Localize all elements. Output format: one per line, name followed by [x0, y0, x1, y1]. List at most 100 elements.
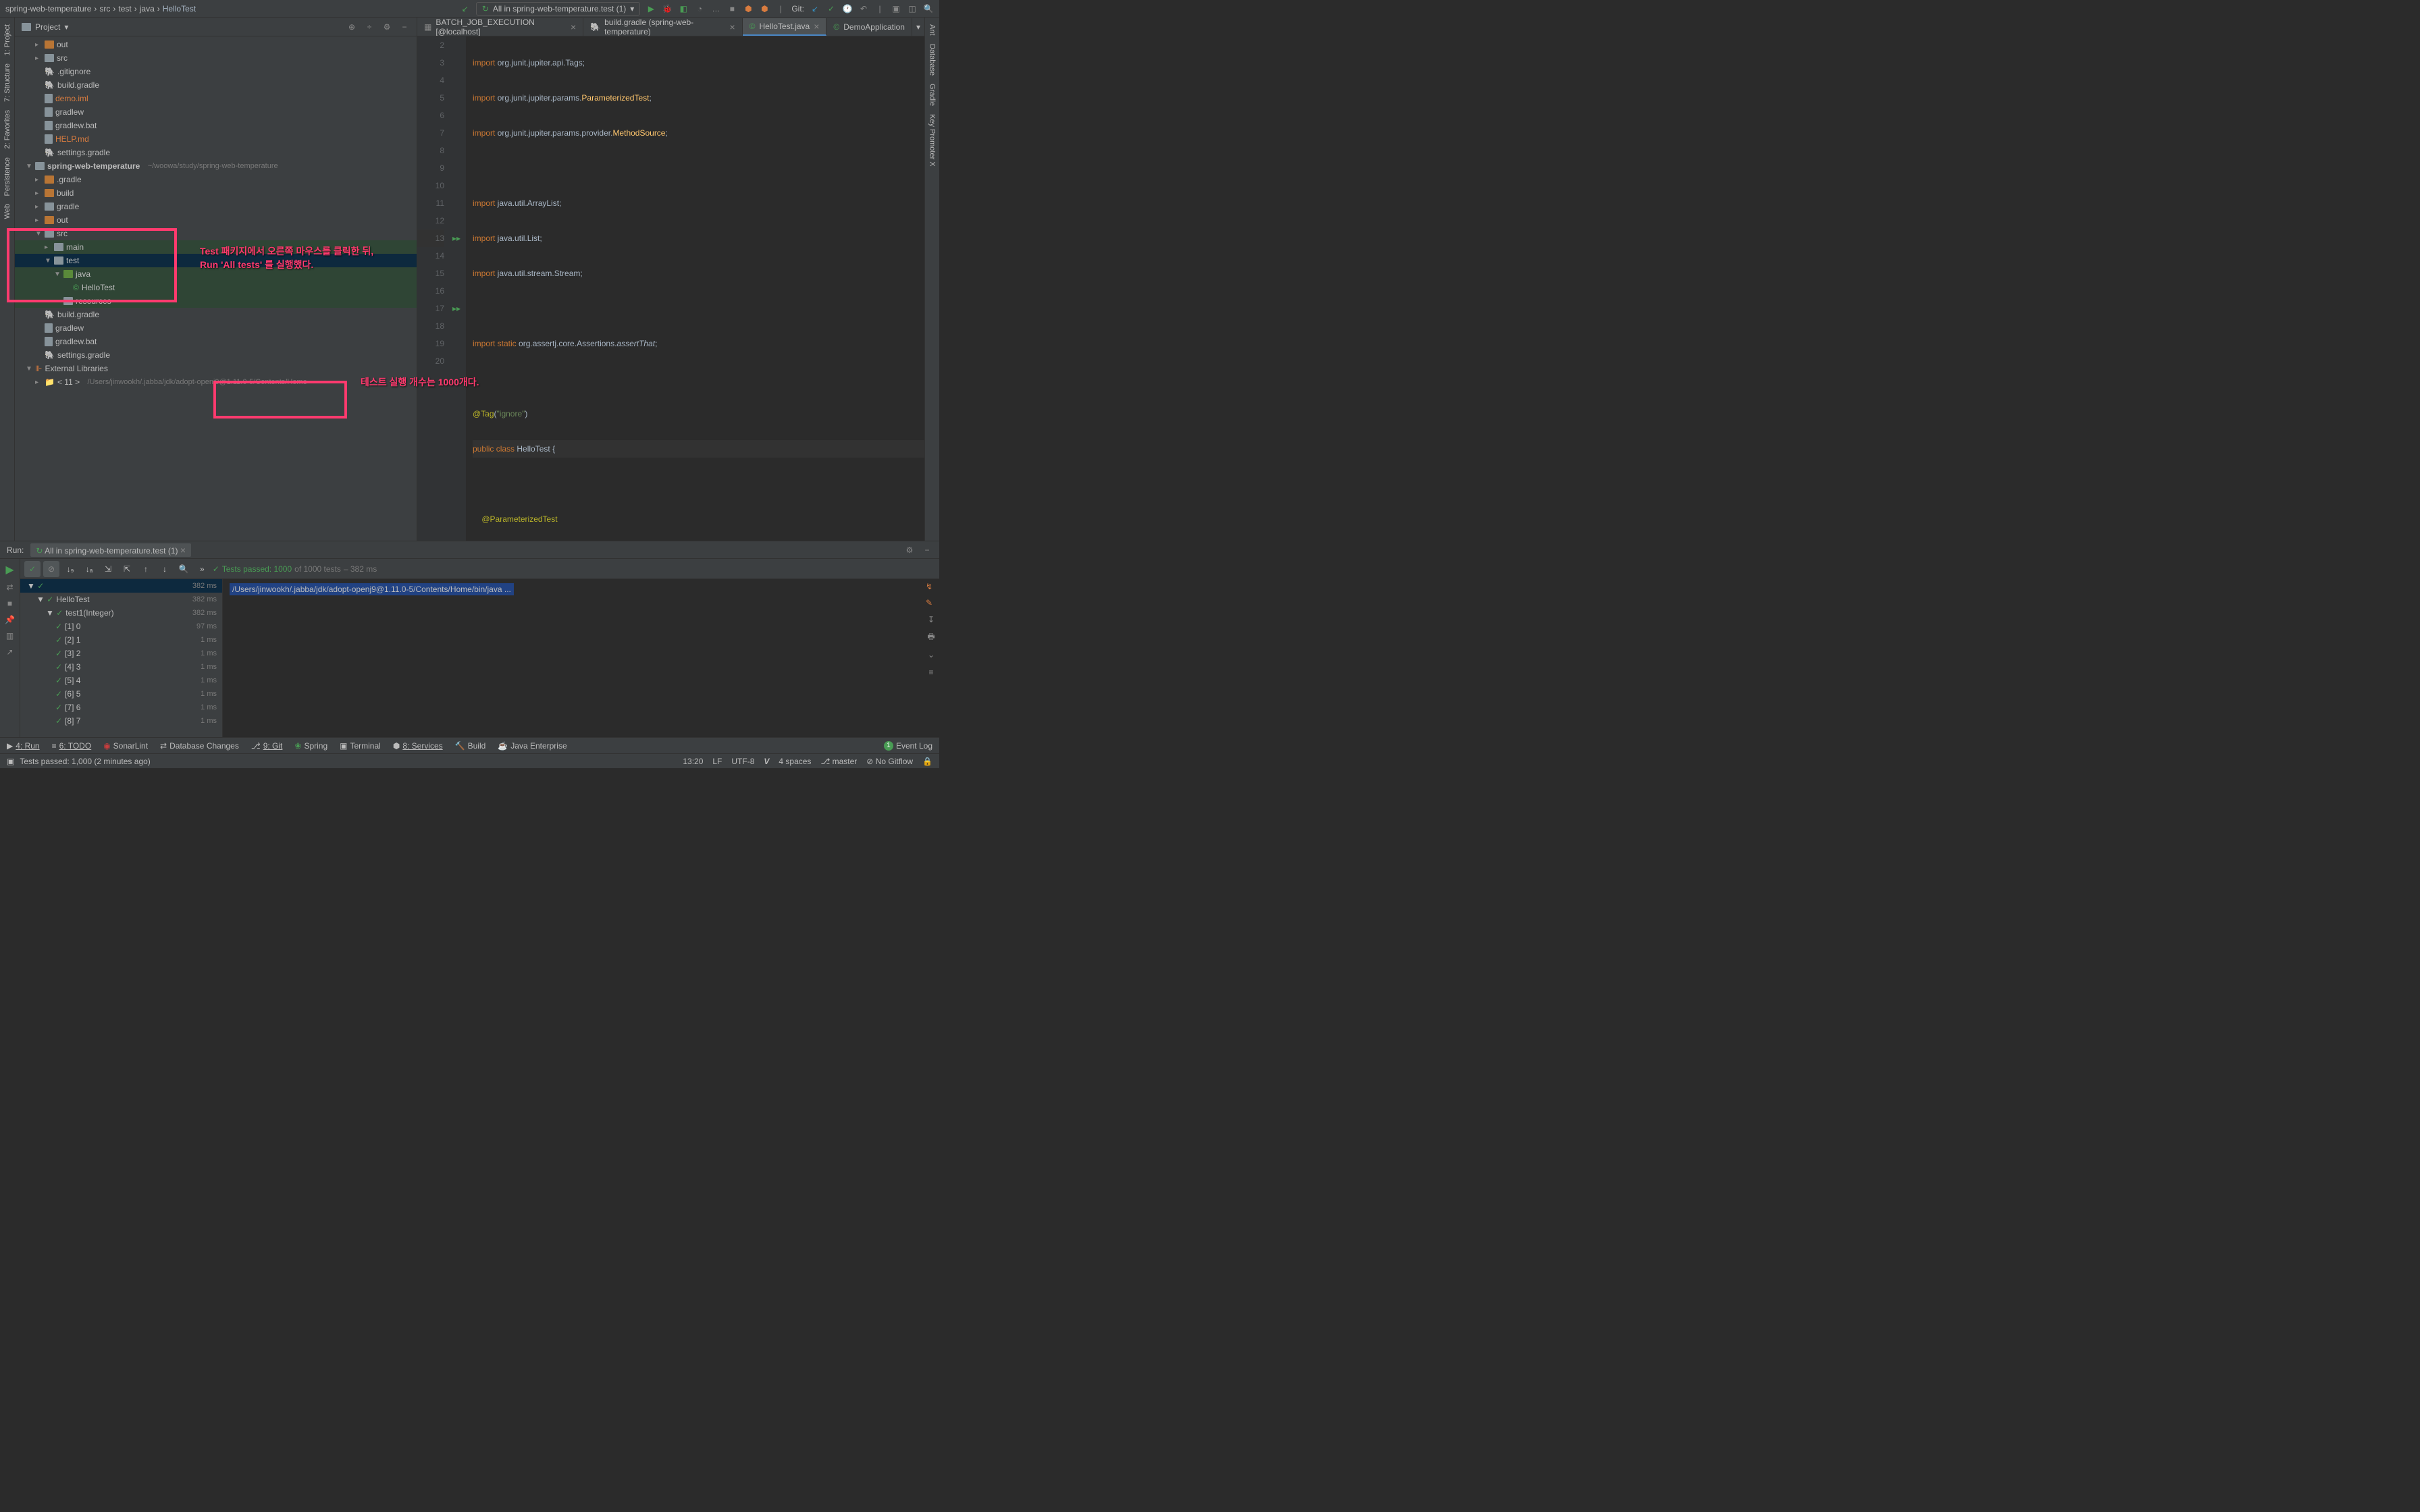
- close-icon[interactable]: ×: [180, 545, 186, 556]
- line-ending[interactable]: LF: [712, 757, 722, 766]
- down-icon[interactable]: ↓: [157, 561, 173, 577]
- run-method-icon[interactable]: ▸▸: [452, 300, 461, 317]
- gear-icon[interactable]: ⚙: [904, 545, 915, 556]
- profile-icon[interactable]: ◔: [694, 3, 705, 14]
- collapse-icon[interactable]: ÷: [364, 22, 375, 32]
- cursor-position[interactable]: 13:20: [683, 757, 703, 766]
- status-icon[interactable]: ▣: [7, 757, 14, 766]
- test-row[interactable]: ✓[1] 097 ms: [20, 620, 222, 633]
- tree-item[interactable]: demo.iml: [15, 92, 417, 105]
- services-icon[interactable]: ⬢: [743, 3, 754, 14]
- tab-gradle[interactable]: 🐘build.gradle (spring-web-temperature)×: [583, 18, 743, 36]
- collapse-icon[interactable]: ⇱: [119, 561, 135, 577]
- tree-item[interactable]: gradlew: [15, 321, 417, 335]
- layout-icon[interactable]: ▥: [5, 630, 16, 641]
- btab-spring[interactable]: ❀ Spring: [294, 741, 327, 751]
- rail-favorites[interactable]: 2: Favorites: [3, 110, 11, 148]
- stop-icon[interactable]: ■: [5, 598, 16, 609]
- test-row[interactable]: ✓[3] 21 ms: [20, 647, 222, 660]
- tree-item[interactable]: ▼⊪External Libraries: [15, 362, 417, 375]
- test-tree[interactable]: ▼ ✓382 ms▼ ✓HelloTest382 ms▼ ✓test1(Inte…: [20, 579, 223, 737]
- pin-icon[interactable]: 📌: [5, 614, 16, 625]
- git-update-icon[interactable]: ↙: [810, 3, 820, 14]
- encoding[interactable]: UTF-8: [731, 757, 754, 766]
- tw2-icon[interactable]: ◫: [907, 3, 918, 14]
- panel-title[interactable]: Project: [35, 22, 60, 32]
- stop-icon[interactable]: ■: [727, 3, 737, 14]
- tab-hellotest[interactable]: ©HelloTest.java×: [743, 18, 827, 36]
- print-icon[interactable]: 🖶: [926, 632, 937, 643]
- target-icon[interactable]: ⊕: [346, 22, 357, 32]
- tree-item[interactable]: ▼spring-web-temperature ~/woowa/study/sp…: [15, 159, 417, 173]
- gitflow[interactable]: ⊘ No Gitflow: [866, 757, 913, 766]
- rail-structure[interactable]: 7: Structure: [3, 63, 11, 102]
- show-ignored-icon[interactable]: ⊘: [43, 561, 59, 577]
- tree-item[interactable]: ▸out: [15, 213, 417, 227]
- show-passed-icon[interactable]: ✓: [24, 561, 41, 577]
- history-icon[interactable]: 🔍: [176, 561, 192, 577]
- rail-ant[interactable]: Ant: [928, 24, 937, 36]
- rail-web[interactable]: Web: [3, 204, 11, 219]
- close-icon[interactable]: ×: [729, 22, 735, 32]
- rail-database[interactable]: Database: [928, 44, 937, 76]
- build-icon[interactable]: ↙: [460, 3, 471, 14]
- test-row[interactable]: ✓[7] 61 ms: [20, 701, 222, 714]
- run-class-icon[interactable]: ▸▸: [452, 230, 461, 247]
- chevron-down-icon[interactable]: ▾: [912, 22, 924, 32]
- sort-icon[interactable]: ↓₉: [62, 561, 78, 577]
- test-row[interactable]: ✓[5] 41 ms: [20, 674, 222, 687]
- test-row[interactable]: ▼ ✓382 ms: [20, 579, 222, 593]
- test-row[interactable]: ▼ ✓HelloTest382 ms: [20, 593, 222, 606]
- toggle-icon[interactable]: ⇄: [5, 582, 16, 593]
- btab-build[interactable]: 🔨 Build: [455, 741, 486, 751]
- gear-icon[interactable]: ⚙: [382, 22, 392, 32]
- tree-item[interactable]: 🐘settings.gradle: [15, 348, 417, 362]
- search-icon[interactable]: 🔍: [923, 3, 934, 14]
- btab-eventlog[interactable]: 1 Event Log: [884, 741, 932, 751]
- tree-item[interactable]: HELP.md: [15, 132, 417, 146]
- test-row[interactable]: ✓[2] 11 ms: [20, 633, 222, 647]
- sort-alpha-icon[interactable]: ↓ₐ: [81, 561, 97, 577]
- code-content[interactable]: import org.junit.jupiter.api.Tags; impor…: [466, 36, 924, 541]
- soft-wrap-icon[interactable]: ↯: [926, 582, 937, 591]
- git-commit-icon[interactable]: ✓: [826, 3, 837, 14]
- btab-services[interactable]: ⬢ 8: Services: [393, 741, 443, 751]
- tree-item[interactable]: 🐘settings.gradle: [15, 146, 417, 159]
- tree-item[interactable]: gradlew.bat: [15, 119, 417, 132]
- run-tab[interactable]: ↻ All in spring-web-temperature.test (1)…: [30, 543, 191, 557]
- tree-item[interactable]: gradlew.bat: [15, 335, 417, 348]
- tree-item[interactable]: 🐘build.gradle: [15, 308, 417, 321]
- tree-item[interactable]: gradlew: [15, 105, 417, 119]
- test-row[interactable]: ✓[6] 51 ms: [20, 687, 222, 701]
- git-revert-icon[interactable]: ↶: [858, 3, 869, 14]
- tab-demo[interactable]: ©DemoApplication: [826, 18, 912, 36]
- tree-item[interactable]: ▸.gradle: [15, 173, 417, 186]
- breadcrumb-src[interactable]: src: [99, 4, 110, 14]
- tree-item[interactable]: ▸src: [15, 51, 417, 65]
- run-icon[interactable]: ▶: [646, 3, 656, 14]
- btab-jee[interactable]: ☕ Java Enterprise: [498, 741, 567, 751]
- hide-icon[interactable]: −: [922, 545, 932, 556]
- btab-terminal[interactable]: ▣ Terminal: [340, 741, 381, 751]
- breadcrumb-file[interactable]: HelloTest: [163, 4, 196, 14]
- tree-item[interactable]: ▸out: [15, 38, 417, 51]
- indent[interactable]: 4 spaces: [779, 757, 811, 766]
- tw-icon[interactable]: ▣: [891, 3, 901, 14]
- debug-icon[interactable]: 🐞: [662, 3, 673, 14]
- breadcrumb-project[interactable]: spring-web-temperature: [5, 4, 91, 14]
- scroll-end-icon[interactable]: ↧: [926, 614, 937, 625]
- close-icon[interactable]: ×: [814, 21, 819, 32]
- btab-todo[interactable]: ≡ 6: TODO: [52, 741, 92, 751]
- close-icon[interactable]: ×: [571, 22, 576, 32]
- breadcrumb-java[interactable]: java: [140, 4, 155, 14]
- btab-git[interactable]: ⎇ 9: Git: [251, 741, 283, 751]
- tree-item[interactable]: 🐘build.gradle: [15, 78, 417, 92]
- expand-icon[interactable]: ⇲: [100, 561, 116, 577]
- tree-item[interactable]: ▸gradle: [15, 200, 417, 213]
- btab-sonar[interactable]: ◉ SonarLint: [103, 741, 148, 751]
- export-icon[interactable]: ↗: [5, 647, 16, 657]
- btab-dbchanges[interactable]: ⇄ Database Changes: [160, 741, 239, 751]
- hide-icon[interactable]: −: [399, 22, 410, 32]
- test-row[interactable]: ▼ ✓test1(Integer)382 ms: [20, 606, 222, 620]
- run-config-selector[interactable]: ↻ All in spring-web-temperature.test (1)…: [476, 2, 641, 16]
